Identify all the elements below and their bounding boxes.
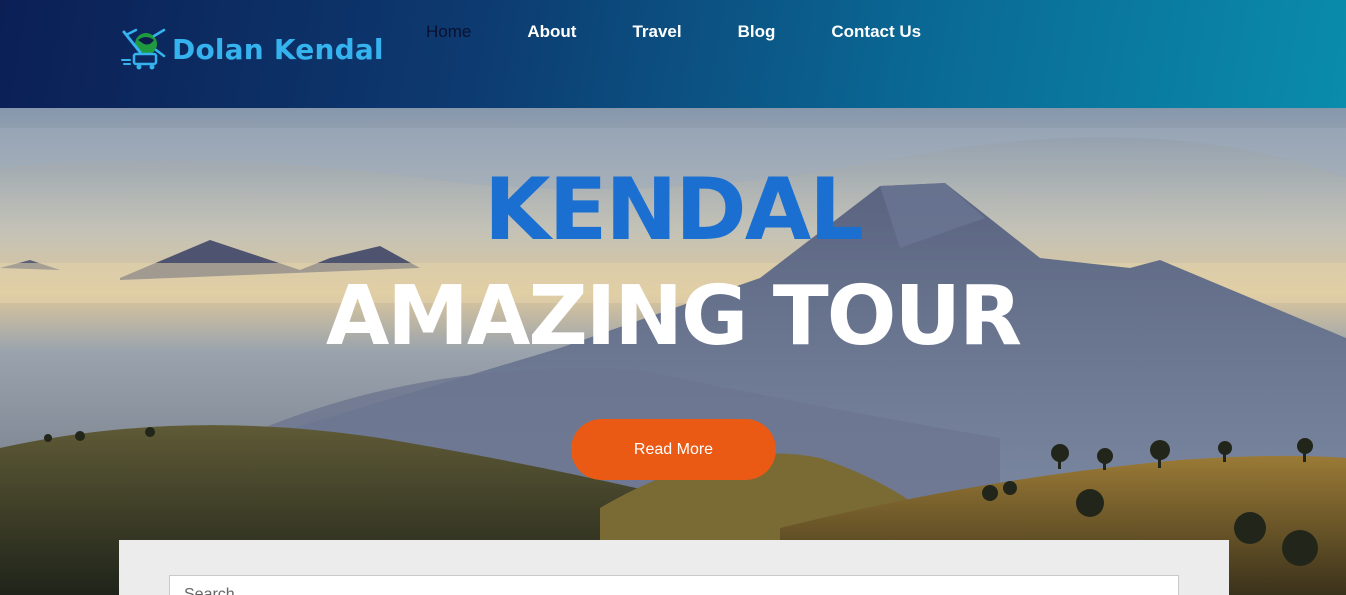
- site-logo[interactable]: Dolan Kendal: [120, 26, 384, 72]
- travel-globe-icon: [121, 28, 166, 70]
- read-more-button[interactable]: Read More: [571, 419, 776, 480]
- search-panel: [119, 540, 1229, 595]
- nav-blog[interactable]: Blog: [738, 20, 776, 44]
- hero-title-kendal: KENDAL: [483, 160, 864, 260]
- nav-contact-us[interactable]: Contact Us: [831, 20, 921, 44]
- logo-text: Dolan Kendal: [172, 32, 384, 66]
- search-input[interactable]: [169, 575, 1179, 595]
- main-nav: Home About Travel Blog Contact Us: [426, 20, 977, 44]
- nav-travel[interactable]: Travel: [632, 20, 681, 44]
- hero-banner: KENDAL AMAZING TOUR Read More: [0, 108, 1346, 595]
- nav-home[interactable]: Home: [426, 20, 471, 44]
- site-header: Dolan Kendal Home About Travel Blog Cont…: [0, 0, 1346, 108]
- hero-title-amazing-tour: AMAZING TOUR: [325, 269, 1022, 364]
- nav-about[interactable]: About: [527, 20, 576, 44]
